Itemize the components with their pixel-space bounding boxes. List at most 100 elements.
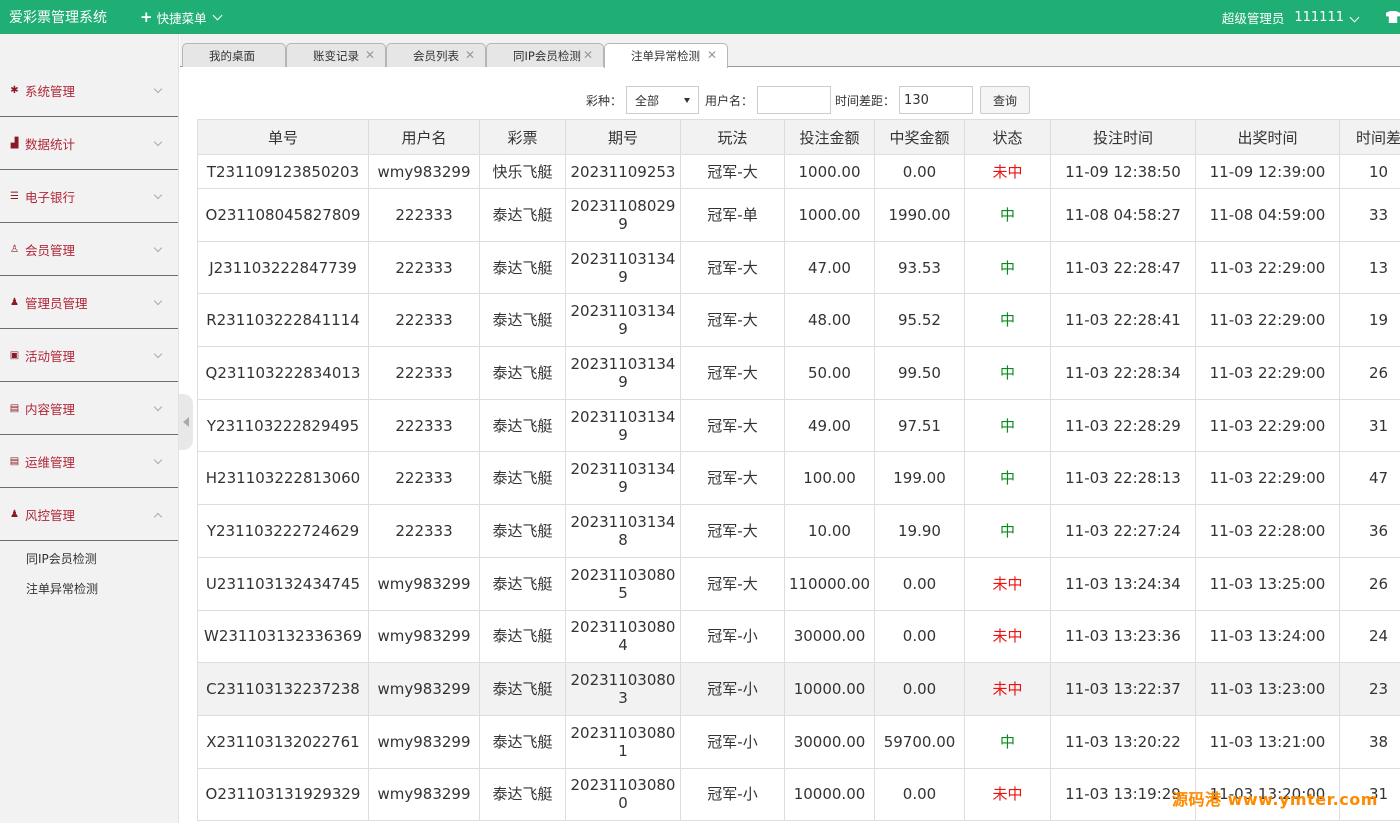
quick-menu-label: 快捷菜单 <box>156 10 207 26</box>
cell-username: 222333 <box>368 188 480 242</box>
cell-win-amount: 99.50 <box>874 346 965 400</box>
username: 111111 <box>1294 9 1344 25</box>
cell-order-no: Y231103222724629 <box>197 504 369 558</box>
cell-win-amount: 59700.00 <box>874 714 965 769</box>
list-icon: ☰ <box>10 190 19 202</box>
skin-icon[interactable] <box>1386 11 1400 23</box>
sidebar-item-members[interactable]: ♙ 会员管理 <box>0 223 178 276</box>
quick-menu-button[interactable]: + 快捷菜单 <box>140 8 223 27</box>
document-icon: ▤ <box>9 455 20 467</box>
cell-order-no: W231103132336369 <box>197 609 369 664</box>
tab-label: 注单异常检测 <box>631 49 700 63</box>
col-header-order-no: 单号 <box>197 119 369 155</box>
close-icon[interactable]: ✕ <box>707 48 717 62</box>
cell-bet-time: 11-03 13:24:34 <box>1050 556 1196 611</box>
gear-icon: ✱ <box>10 84 19 96</box>
cell-period: 202311080299 <box>565 188 681 242</box>
time-gap-input[interactable]: 130 <box>899 86 974 114</box>
cell-status: 中 <box>964 714 1051 769</box>
cell-username: wmy983299 <box>368 662 480 716</box>
sidebar-subitem-same-ip[interactable]: 同IP会员检测 <box>0 544 178 574</box>
cell-win-amount: 19.90 <box>874 504 965 558</box>
cell-order-no: Y231103222829495 <box>197 398 369 453</box>
sidebar-item-label: 数据统计 <box>25 136 76 152</box>
cell-win-amount: 199.00 <box>874 451 965 506</box>
table-row: R231103222841114 222333 泰达飞艇 202311031349 冠军… <box>197 293 1400 348</box>
close-icon[interactable]: ✕ <box>465 48 475 62</box>
cell-bet-time: 11-03 13:23:36 <box>1050 609 1196 664</box>
tab-desktop[interactable]: 我的桌面 <box>182 43 286 67</box>
cell-draw-time: 11-03 22:28:00 <box>1195 504 1340 558</box>
cell-draw-time: 11-03 22:29:00 <box>1195 346 1340 400</box>
chevron-down-icon <box>153 402 163 412</box>
chevron-down-icon <box>153 296 163 306</box>
cell-order-no: O231108045827809 <box>197 188 369 242</box>
sidebar-item-admins[interactable]: ♟ 管理员管理 <box>0 276 178 329</box>
table-row: X231103132022761 wmy983299 泰达飞艇 20231103080… <box>197 714 1400 769</box>
cell-win-amount: 93.53 <box>874 240 965 295</box>
tab-label: 我的桌面 <box>209 48 255 63</box>
close-icon[interactable]: ✕ <box>365 48 375 62</box>
cell-lottery: 泰达飞艇 <box>479 451 566 506</box>
cell-draw-time: 11-03 22:29:00 <box>1195 451 1340 506</box>
sidebar-collapse-handle[interactable] <box>179 394 193 450</box>
cell-bet-time: 11-03 22:28:41 <box>1050 293 1196 348</box>
cell-bet-amount: 48.00 <box>784 293 875 348</box>
chevron-up-icon <box>153 512 163 522</box>
cell-win-amount: 95.52 <box>874 293 965 348</box>
cell-play: 冠军-大 <box>680 504 785 558</box>
username-label: 用户名： <box>705 93 754 108</box>
cell-bet-amount: 30000.00 <box>784 714 875 769</box>
query-button[interactable]: 查询 <box>980 86 1031 114</box>
cell-status: 中 <box>964 398 1051 453</box>
cell-draw-time: 11-03 13:24:00 <box>1195 609 1340 664</box>
lottery-select[interactable]: 全部 <box>626 86 700 114</box>
tab-abnormal-bet[interactable]: 注单异常检测 ✕ <box>604 43 728 68</box>
document-icon: ▤ <box>9 402 20 414</box>
sidebar-item-ops[interactable]: ▤ 运维管理 <box>0 435 178 488</box>
col-header-lottery: 彩票 <box>479 119 566 155</box>
cell-draw-time: 11-03 22:29:00 <box>1195 293 1340 348</box>
table-row: U231103132434745 wmy983299 泰达飞艇 20231103080… <box>197 556 1400 611</box>
cell-play: 冠军-大 <box>680 398 785 453</box>
cell-lottery: 泰达飞艇 <box>479 609 566 664</box>
sidebar-item-system[interactable]: ✱ 系统管理 <box>0 64 178 117</box>
cell-draw-time: 11-03 13:21:00 <box>1195 714 1340 769</box>
cell-bet-amount: 50.00 <box>784 346 875 400</box>
username-input[interactable] <box>757 86 832 114</box>
cell-bet-time: 11-09 12:38:50 <box>1050 154 1196 189</box>
cell-period: 202311030804 <box>565 609 681 664</box>
sidebar-item-activities[interactable]: ▣ 活动管理 <box>0 329 178 382</box>
cell-time-gap: 23 <box>1339 662 1400 716</box>
close-icon[interactable]: ✕ <box>583 48 593 62</box>
cell-bet-amount: 10.00 <box>784 504 875 558</box>
sidebar-item-label: 电子银行 <box>25 189 76 205</box>
cell-status: 未中 <box>964 767 1051 822</box>
tab-balance-records[interactable]: 账变记录 ✕ <box>286 43 386 67</box>
cell-bet-time: 11-08 04:58:27 <box>1050 188 1196 242</box>
cell-bet-time: 11-03 13:22:37 <box>1050 662 1196 716</box>
cell-username: 222333 <box>368 293 480 348</box>
cell-bet-time: 11-03 13:20:22 <box>1050 714 1196 769</box>
sidebar-item-content[interactable]: ▤ 内容管理 <box>0 382 178 435</box>
tab-label: 同IP会员检测 <box>513 48 581 63</box>
user-menu-button[interactable]: 111111 <box>1294 9 1360 25</box>
chevron-down-icon <box>153 349 163 359</box>
col-header-bet-time: 投注时间 <box>1050 119 1196 155</box>
cell-bet-amount: 1000.00 <box>784 154 875 189</box>
cell-play: 冠军-大 <box>680 154 785 189</box>
cell-bet-time: 11-03 22:28:34 <box>1050 346 1196 400</box>
sidebar-item-statistics[interactable]: ▟ 数据统计 <box>0 117 178 170</box>
sidebar-item-risk[interactable]: ♟ 风控管理 <box>0 488 178 541</box>
sidebar-item-ebank[interactable]: ☰ 电子银行 <box>0 170 178 223</box>
col-header-play: 玩法 <box>680 119 785 155</box>
cell-time-gap: 26 <box>1339 346 1400 400</box>
results-table-container[interactable]: 单号 用户名 彩票 期号 玩法 投注金额 中奖金额 状态 投注时间 出奖时间 时… <box>197 119 1400 823</box>
tab-same-ip[interactable]: 同IP会员检测 ✕ <box>486 43 604 67</box>
sidebar-subitem-abnormal-bet[interactable]: 注单异常检测 <box>0 574 178 604</box>
tab-member-list[interactable]: 会员列表 ✕ <box>386 43 486 67</box>
chevron-down-icon <box>153 243 163 253</box>
table-row: Q231103222834013 222333 泰达飞艇 202311031349 冠军… <box>197 346 1400 400</box>
cell-lottery: 泰达飞艇 <box>479 767 566 822</box>
cell-bet-time: 11-03 22:28:29 <box>1050 398 1196 453</box>
